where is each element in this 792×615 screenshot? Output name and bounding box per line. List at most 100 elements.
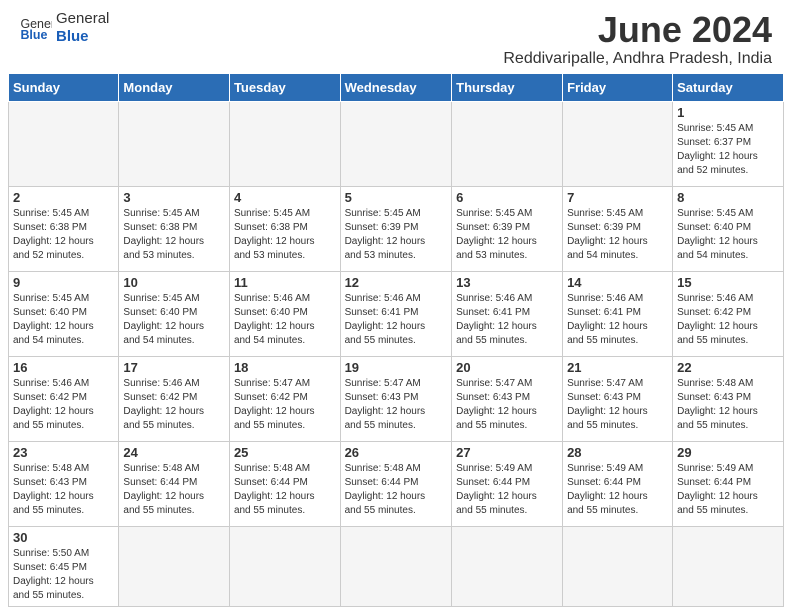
day-info: Sunrise: 5:45 AM Sunset: 6:40 PM Dayligh…	[677, 207, 779, 263]
calendar-cell	[119, 101, 230, 186]
day-number: 3	[123, 190, 225, 205]
calendar-cell	[452, 101, 563, 186]
calendar-cell: 24 Sunrise: 5:48 AM Sunset: 6:44 PM Dayli…	[119, 441, 230, 526]
calendar-cell: 13 Sunrise: 5:46 AM Sunset: 6:41 PM Dayli…	[452, 271, 563, 356]
day-info: Sunrise: 5:45 AM Sunset: 6:40 PM Dayligh…	[13, 292, 114, 348]
calendar-header: Sunday Monday Tuesday Wednesday Thursday…	[9, 73, 784, 101]
day-info: Sunrise: 5:46 AM Sunset: 6:42 PM Dayligh…	[13, 377, 114, 433]
calendar-cell: 5Sunrise: 5:45 AM Sunset: 6:39 PM Daylig…	[340, 186, 452, 271]
calendar-week-row: 9 Sunrise: 5:45 AM Sunset: 6:40 PM Daylig…	[9, 271, 784, 356]
calendar-cell: 3Sunrise: 5:45 AM Sunset: 6:38 PM Daylig…	[119, 186, 230, 271]
day-info: Sunrise: 5:46 AM Sunset: 6:41 PM Dayligh…	[456, 292, 558, 348]
logo: General Blue General Blue	[20, 10, 109, 46]
calendar-cell: 26Sunrise: 5:48 AM Sunset: 6:44 PM Dayli…	[340, 441, 452, 526]
calendar-cell: 6 Sunrise: 5:45 AM Sunset: 6:39 PM Daylig…	[452, 186, 563, 271]
day-number: 21	[567, 360, 668, 375]
calendar-cell: 16Sunrise: 5:46 AM Sunset: 6:42 PM Dayli…	[9, 356, 119, 441]
day-info: Sunrise: 5:47 AM Sunset: 6:42 PM Dayligh…	[234, 377, 336, 433]
calendar-cell: 22Sunrise: 5:48 AM Sunset: 6:43 PM Dayli…	[673, 356, 784, 441]
day-info: Sunrise: 5:47 AM Sunset: 6:43 PM Dayligh…	[456, 377, 558, 433]
day-info: Sunrise: 5:45 AM Sunset: 6:39 PM Dayligh…	[456, 207, 558, 263]
calendar-cell: 21Sunrise: 5:47 AM Sunset: 6:43 PM Dayli…	[563, 356, 673, 441]
calendar-cell: 25 Sunrise: 5:48 AM Sunset: 6:44 PM Dayli…	[229, 441, 340, 526]
day-number: 28	[567, 445, 668, 460]
calendar-table: Sunday Monday Tuesday Wednesday Thursday…	[8, 73, 784, 607]
day-number: 22	[677, 360, 779, 375]
calendar-cell	[340, 526, 452, 606]
calendar-cell	[9, 101, 119, 186]
calendar-cell	[229, 526, 340, 606]
day-number: 27	[456, 445, 558, 460]
day-info: Sunrise: 5:45 AM Sunset: 6:40 PM Dayligh…	[123, 292, 225, 348]
calendar-cell: 8 Sunrise: 5:45 AM Sunset: 6:40 PM Daylig…	[673, 186, 784, 271]
day-info: Sunrise: 5:49 AM Sunset: 6:44 PM Dayligh…	[677, 462, 779, 518]
day-number: 29	[677, 445, 779, 460]
day-number: 8	[677, 190, 779, 205]
calendar-wrap: Sunday Monday Tuesday Wednesday Thursday…	[0, 73, 792, 615]
day-number: 1	[677, 105, 779, 120]
calendar-cell: 10 Sunrise: 5:45 AM Sunset: 6:40 PM Dayli…	[119, 271, 230, 356]
day-info: Sunrise: 5:48 AM Sunset: 6:43 PM Dayligh…	[13, 462, 114, 518]
calendar-week-row: 1 Sunrise: 5:45 AM Sunset: 6:37 PM Daylig…	[9, 101, 784, 186]
calendar-body: 1 Sunrise: 5:45 AM Sunset: 6:37 PM Daylig…	[9, 101, 784, 606]
calendar-cell	[563, 526, 673, 606]
calendar-cell	[119, 526, 230, 606]
calendar-cell	[340, 101, 452, 186]
logo-general-text: General	[56, 10, 109, 28]
logo-blue-text: Blue	[56, 28, 109, 46]
day-number: 11	[234, 275, 336, 290]
day-number: 20	[456, 360, 558, 375]
calendar-week-row: 23 Sunrise: 5:48 AM Sunset: 6:43 PM Dayli…	[9, 441, 784, 526]
calendar-week-row: 16Sunrise: 5:46 AM Sunset: 6:42 PM Dayli…	[9, 356, 784, 441]
day-info: Sunrise: 5:46 AM Sunset: 6:41 PM Dayligh…	[345, 292, 448, 348]
calendar-cell: 20 Sunrise: 5:47 AM Sunset: 6:43 PM Dayli…	[452, 356, 563, 441]
calendar-cell: 30 Sunrise: 5:50 AM Sunset: 6:45 PM Dayli…	[9, 526, 119, 606]
day-info: Sunrise: 5:46 AM Sunset: 6:41 PM Dayligh…	[567, 292, 668, 348]
col-wednesday: Wednesday	[340, 73, 452, 101]
day-info: Sunrise: 5:46 AM Sunset: 6:42 PM Dayligh…	[123, 377, 225, 433]
logo-icon: General Blue	[20, 14, 52, 42]
day-number: 14	[567, 275, 668, 290]
page-header: General Blue General Blue June 2024 Redd…	[0, 0, 792, 73]
calendar-cell: 4Sunrise: 5:45 AM Sunset: 6:38 PM Daylig…	[229, 186, 340, 271]
calendar-cell: 2Sunrise: 5:45 AM Sunset: 6:38 PM Daylig…	[9, 186, 119, 271]
day-number: 12	[345, 275, 448, 290]
calendar-cell: 19Sunrise: 5:47 AM Sunset: 6:43 PM Dayli…	[340, 356, 452, 441]
day-number: 18	[234, 360, 336, 375]
day-number: 25	[234, 445, 336, 460]
calendar-cell: 7Sunrise: 5:45 AM Sunset: 6:39 PM Daylig…	[563, 186, 673, 271]
day-info: Sunrise: 5:48 AM Sunset: 6:44 PM Dayligh…	[123, 462, 225, 518]
day-number: 26	[345, 445, 448, 460]
day-info: Sunrise: 5:45 AM Sunset: 6:38 PM Dayligh…	[13, 207, 114, 263]
day-number: 9	[13, 275, 114, 290]
day-number: 10	[123, 275, 225, 290]
day-number: 13	[456, 275, 558, 290]
day-number: 23	[13, 445, 114, 460]
calendar-cell: 18 Sunrise: 5:47 AM Sunset: 6:42 PM Dayli…	[229, 356, 340, 441]
day-info: Sunrise: 5:46 AM Sunset: 6:40 PM Dayligh…	[234, 292, 336, 348]
col-thursday: Thursday	[452, 73, 563, 101]
col-monday: Monday	[119, 73, 230, 101]
calendar-week-row: 30 Sunrise: 5:50 AM Sunset: 6:45 PM Dayli…	[9, 526, 784, 606]
calendar-week-row: 2Sunrise: 5:45 AM Sunset: 6:38 PM Daylig…	[9, 186, 784, 271]
col-tuesday: Tuesday	[229, 73, 340, 101]
calendar-cell: 23 Sunrise: 5:48 AM Sunset: 6:43 PM Dayli…	[9, 441, 119, 526]
day-info: Sunrise: 5:45 AM Sunset: 6:37 PM Dayligh…	[677, 122, 779, 178]
day-number: 6	[456, 190, 558, 205]
calendar-cell: 11 Sunrise: 5:46 AM Sunset: 6:40 PM Dayli…	[229, 271, 340, 356]
calendar-subtitle: Reddivaripalle, Andhra Pradesh, India	[503, 50, 772, 68]
col-saturday: Saturday	[673, 73, 784, 101]
day-info: Sunrise: 5:48 AM Sunset: 6:44 PM Dayligh…	[234, 462, 336, 518]
calendar-cell: 15Sunrise: 5:46 AM Sunset: 6:42 PM Dayli…	[673, 271, 784, 356]
day-number: 24	[123, 445, 225, 460]
calendar-cell	[452, 526, 563, 606]
svg-text:Blue: Blue	[20, 28, 47, 42]
calendar-cell: 14 Sunrise: 5:46 AM Sunset: 6:41 PM Dayli…	[563, 271, 673, 356]
calendar-cell: 12 Sunrise: 5:46 AM Sunset: 6:41 PM Dayli…	[340, 271, 452, 356]
day-info: Sunrise: 5:50 AM Sunset: 6:45 PM Dayligh…	[13, 547, 114, 603]
day-info: Sunrise: 5:45 AM Sunset: 6:39 PM Dayligh…	[345, 207, 448, 263]
calendar-cell	[673, 526, 784, 606]
day-number: 30	[13, 530, 114, 545]
day-info: Sunrise: 5:45 AM Sunset: 6:38 PM Dayligh…	[234, 207, 336, 263]
col-friday: Friday	[563, 73, 673, 101]
